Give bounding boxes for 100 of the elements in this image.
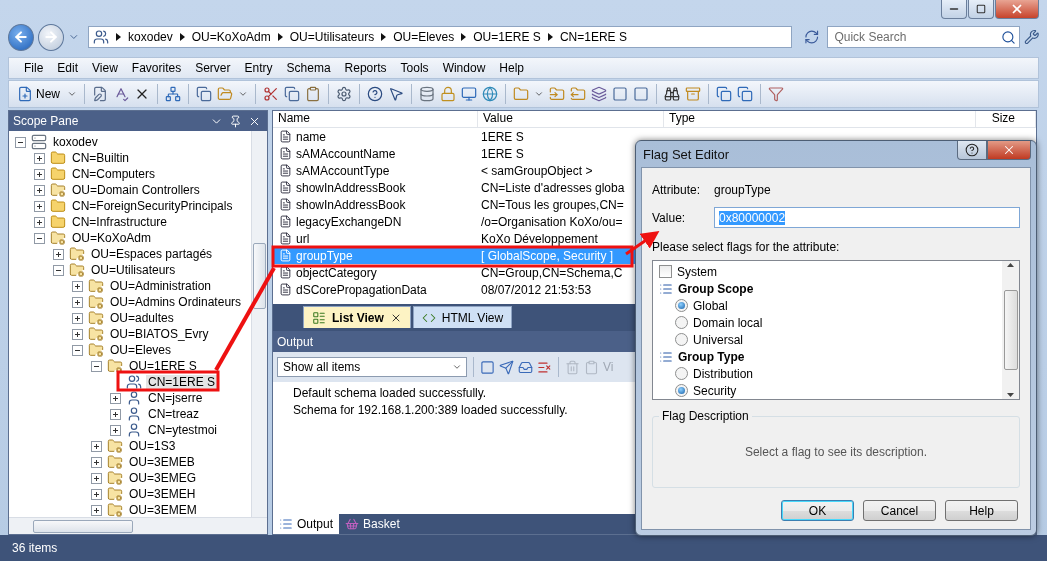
menu-item[interactable]: Server	[188, 61, 238, 75]
expand-toggle[interactable]	[72, 312, 83, 324]
folder-icon[interactable]	[513, 86, 529, 102]
tree-item[interactable]: OU=3EMEB	[127, 455, 197, 469]
radio-button[interactable]	[675, 333, 688, 346]
breadcrumb[interactable]: OU=Eleves	[393, 30, 455, 44]
column-header[interactable]: Size	[976, 111, 1036, 127]
checkbox[interactable]	[659, 265, 672, 278]
rename-icon[interactable]	[113, 86, 129, 102]
tree-item[interactable]: CN=Computers	[70, 167, 158, 181]
scrollbar[interactable]	[9, 517, 267, 534]
cut-icon[interactable]	[263, 86, 279, 102]
expand-toggle[interactable]	[53, 248, 64, 260]
square-icon[interactable]	[480, 359, 495, 375]
edit-icon[interactable]	[92, 86, 108, 102]
expand-toggle[interactable]	[110, 408, 121, 420]
expand-toggle[interactable]	[110, 392, 121, 404]
binoculars-icon[interactable]	[664, 86, 680, 102]
radio-button[interactable]	[675, 367, 688, 380]
caret-icon[interactable]	[238, 89, 248, 99]
settings-icon[interactable]	[1023, 29, 1039, 45]
collapse-toggle[interactable]	[34, 232, 45, 244]
expand-toggle[interactable]	[91, 440, 102, 452]
maximize-button[interactable]	[968, 0, 994, 19]
expand-toggle[interactable]	[34, 200, 45, 212]
tree-item[interactable]: OU=Eleves	[108, 343, 174, 357]
refresh-icon[interactable]	[803, 29, 820, 45]
tree-item[interactable]: OU=Domain Controllers	[70, 183, 202, 197]
radio-button[interactable]	[675, 384, 688, 397]
expand-toggle[interactable]	[91, 504, 102, 516]
tree-item[interactable]: CN=jserre	[146, 391, 205, 405]
collapse-toggle[interactable]	[15, 136, 26, 148]
menu-item[interactable]: Favorites	[124, 61, 189, 75]
folder-icon[interactable]	[570, 86, 586, 102]
folder-icon[interactable]	[549, 86, 565, 102]
view-tab[interactable]: HTML View	[412, 306, 513, 328]
tree-item[interactable]: CN=Infrastructure	[70, 215, 170, 229]
breadcrumb[interactable]: OU=KoXoAdm	[191, 30, 271, 44]
menu-item[interactable]: Entry	[237, 61, 280, 75]
breadcrumb[interactable]: OU=Utilisateurs	[289, 30, 375, 44]
search-field[interactable]: Quick Search	[827, 26, 1020, 48]
tree-item[interactable]: CN=treaz	[146, 407, 202, 421]
copy-icon[interactable]	[284, 86, 300, 102]
square-icon[interactable]	[612, 86, 628, 102]
tree-item[interactable]: OU=KoXoAdm	[70, 231, 154, 245]
tree-item[interactable]: OU=1ERE S	[127, 359, 199, 373]
network-icon[interactable]	[165, 86, 181, 102]
dialog-button[interactable]: Help	[945, 500, 1018, 521]
breadcrumb[interactable]: OU=1ERE S	[473, 30, 541, 44]
radio-button[interactable]	[675, 299, 688, 312]
pointer-icon[interactable]	[388, 86, 404, 102]
tree-item[interactable]: OU=3EMEM	[127, 503, 199, 517]
clipboard-icon[interactable]	[584, 359, 599, 375]
scrollbar[interactable]	[1002, 261, 1019, 399]
lock-icon[interactable]	[440, 86, 456, 102]
menu-item[interactable]: Reports	[337, 61, 394, 75]
tree-item[interactable]: CN=ForeignSecurityPrincipals	[70, 199, 235, 213]
tree-item[interactable]: CN=ytestmoi	[146, 423, 220, 437]
expand-toggle[interactable]	[72, 280, 83, 292]
menu-item[interactable]: File	[17, 61, 51, 75]
tree-item[interactable]: OU=3EMEH	[127, 487, 198, 501]
expand-toggle[interactable]	[34, 168, 45, 180]
column-header[interactable]: Name	[273, 111, 478, 127]
collapse-toggle[interactable]	[91, 360, 102, 372]
archive-icon[interactable]	[685, 86, 701, 102]
address-bar[interactable]: koxodev OU=KoXoAdm OU=Utilisateurs OU=Eleves OU=1ERE S CN=1ERE S	[88, 26, 793, 48]
database-icon[interactable]	[419, 86, 435, 102]
monitor-icon[interactable]	[461, 86, 477, 102]
globe-icon[interactable]	[482, 86, 498, 102]
breadcrumb[interactable]: koxodev	[128, 30, 173, 44]
pin-icon[interactable]	[229, 114, 242, 128]
forward-button[interactable]	[38, 23, 65, 51]
collapse-toggle[interactable]	[72, 344, 83, 356]
copy-icon[interactable]	[716, 86, 732, 102]
expand-toggle[interactable]	[110, 424, 121, 436]
back-button[interactable]	[8, 23, 35, 51]
paste-icon[interactable]	[305, 86, 321, 102]
panel-tab[interactable]: Output	[273, 514, 340, 534]
filter-dropdown[interactable]: Show all items	[277, 357, 467, 377]
expand-toggle[interactable]	[72, 296, 83, 308]
dialog-button[interactable]: OK	[781, 500, 854, 521]
collapse-toggle[interactable]	[53, 264, 64, 276]
tree-item[interactable]: OU=Utilisateurs	[89, 263, 178, 277]
tree-item[interactable]: CN=Builtin	[70, 151, 132, 165]
help-button[interactable]	[957, 141, 987, 160]
tree-item[interactable]: OU=1S3	[127, 439, 178, 453]
scroll-down-icon[interactable]	[1007, 393, 1014, 397]
expand-toggle[interactable]	[91, 456, 102, 468]
search-icon[interactable]	[1000, 29, 1016, 45]
expand-toggle[interactable]	[91, 472, 102, 484]
copy-icon[interactable]	[196, 86, 212, 102]
dialog-button[interactable]: Cancel	[863, 500, 936, 521]
layers-icon[interactable]	[591, 86, 607, 102]
clear-icon[interactable]	[537, 359, 552, 375]
filter-icon[interactable]	[768, 86, 784, 102]
expand-toggle[interactable]	[91, 488, 102, 500]
radio-button[interactable]	[675, 316, 688, 329]
minimize-button[interactable]	[941, 0, 967, 19]
new-button[interactable]: New	[15, 86, 62, 102]
caret-icon[interactable]	[534, 89, 544, 99]
